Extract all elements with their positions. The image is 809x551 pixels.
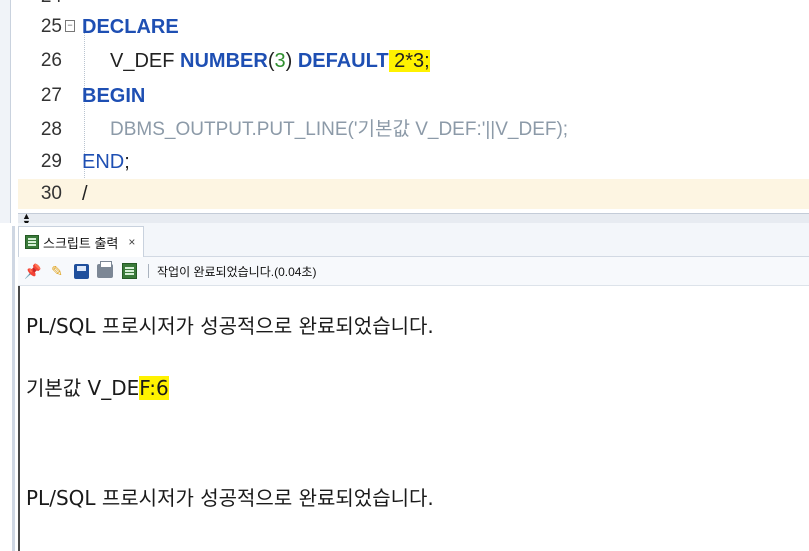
code-content: V_DEF NUMBER(3) DEFAULT 2*3; <box>110 46 430 76</box>
line-number: 26 <box>40 50 62 71</box>
left-window-strip <box>0 0 18 551</box>
editor-line-30[interactable]: 30 / <box>18 179 809 209</box>
highlighted-expression: 2*3; <box>388 50 430 72</box>
highlighted-output: F:6 <box>139 376 169 400</box>
type-keyword: NUMBER <box>180 50 268 72</box>
code-content: / <box>82 183 88 205</box>
left-side-panel <box>0 0 11 223</box>
tab-script-output[interactable]: 스크립트 출력 × <box>18 226 145 257</box>
output-toolbar: 📌 ✎ 작업이 완료되었습니다.(0.04초) <box>18 257 809 286</box>
print-icon <box>97 261 113 278</box>
output-line: 기본값 V_DEF:6 <box>26 372 169 401</box>
script-button[interactable] <box>120 262 138 280</box>
left-lower-bar <box>12 226 15 551</box>
close-icon[interactable]: × <box>128 235 135 249</box>
tab-label: 스크립트 출력 <box>43 235 119 251</box>
line-number: 25 <box>40 16 62 37</box>
output-line: PL/SQL 프로시저가 성공적으로 완료되었습니다. <box>26 486 434 510</box>
output-text: 기본값 V_DE <box>26 376 140 400</box>
print-button[interactable] <box>96 261 114 280</box>
line-number: 28 <box>40 119 62 140</box>
script-output-icon <box>25 235 39 249</box>
toolbar-divider <box>148 264 149 278</box>
output-line: PL/SQL 프로시저가 성공적으로 완료되었습니다. <box>26 314 434 338</box>
code-editor[interactable]: 24 25 − DECLARE 26 V_DEF NUMBER(3) DEFAU… <box>18 0 809 213</box>
save-icon <box>73 263 89 279</box>
editor-line-29[interactable]: 29 END; <box>18 147 809 177</box>
eraser-icon[interactable]: ✎ <box>48 262 66 280</box>
paren: ) <box>285 50 298 72</box>
save-button[interactable] <box>72 262 90 280</box>
function-call: DBMS_OUTPUT.PUT_LINE('기본값 V_DEF:'||V_DEF… <box>110 119 569 140</box>
editor-line-27[interactable]: 27 BEGIN <box>18 81 809 111</box>
editor-line-25[interactable]: 25 − DECLARE <box>18 12 809 42</box>
keyword-declare: DECLARE <box>82 16 179 38</box>
pin-icon[interactable]: 📌 <box>24 262 42 280</box>
line-number: 27 <box>40 85 62 106</box>
editor-line-24: 24 <box>18 0 809 12</box>
line-number: 29 <box>40 151 62 172</box>
default-keyword: DEFAULT <box>297 50 389 72</box>
keyword-end: END <box>82 151 125 173</box>
panel-splitter[interactable]: ▲▼ <box>18 212 809 228</box>
keyword-begin: BEGIN <box>82 85 146 107</box>
script-icon <box>121 263 137 279</box>
editor-line-28[interactable]: 28 DBMS_OUTPUT.PUT_LINE('기본값 V_DEF:'||V_… <box>18 115 809 145</box>
line-number: 24 <box>18 0 62 12</box>
editor-line-26[interactable]: 26 V_DEF NUMBER(3) DEFAULT 2*3; <box>18 46 809 76</box>
script-output-area[interactable]: PL/SQL 프로시저가 성공적으로 완료되었습니다. 기본값 V_DEF:6 … <box>18 286 809 551</box>
output-tab-bar: 스크립트 출력 × <box>18 223 809 257</box>
status-text: 작업이 완료되었습니다.(0.04초) <box>157 264 317 279</box>
number-literal: 3 <box>274 50 286 72</box>
semicolon: ; <box>124 151 130 173</box>
identifier: V_DEF <box>110 50 181 72</box>
line-number: 30 <box>40 183 62 204</box>
code-content: END; <box>82 147 130 177</box>
fold-toggle-icon[interactable]: − <box>65 20 75 32</box>
